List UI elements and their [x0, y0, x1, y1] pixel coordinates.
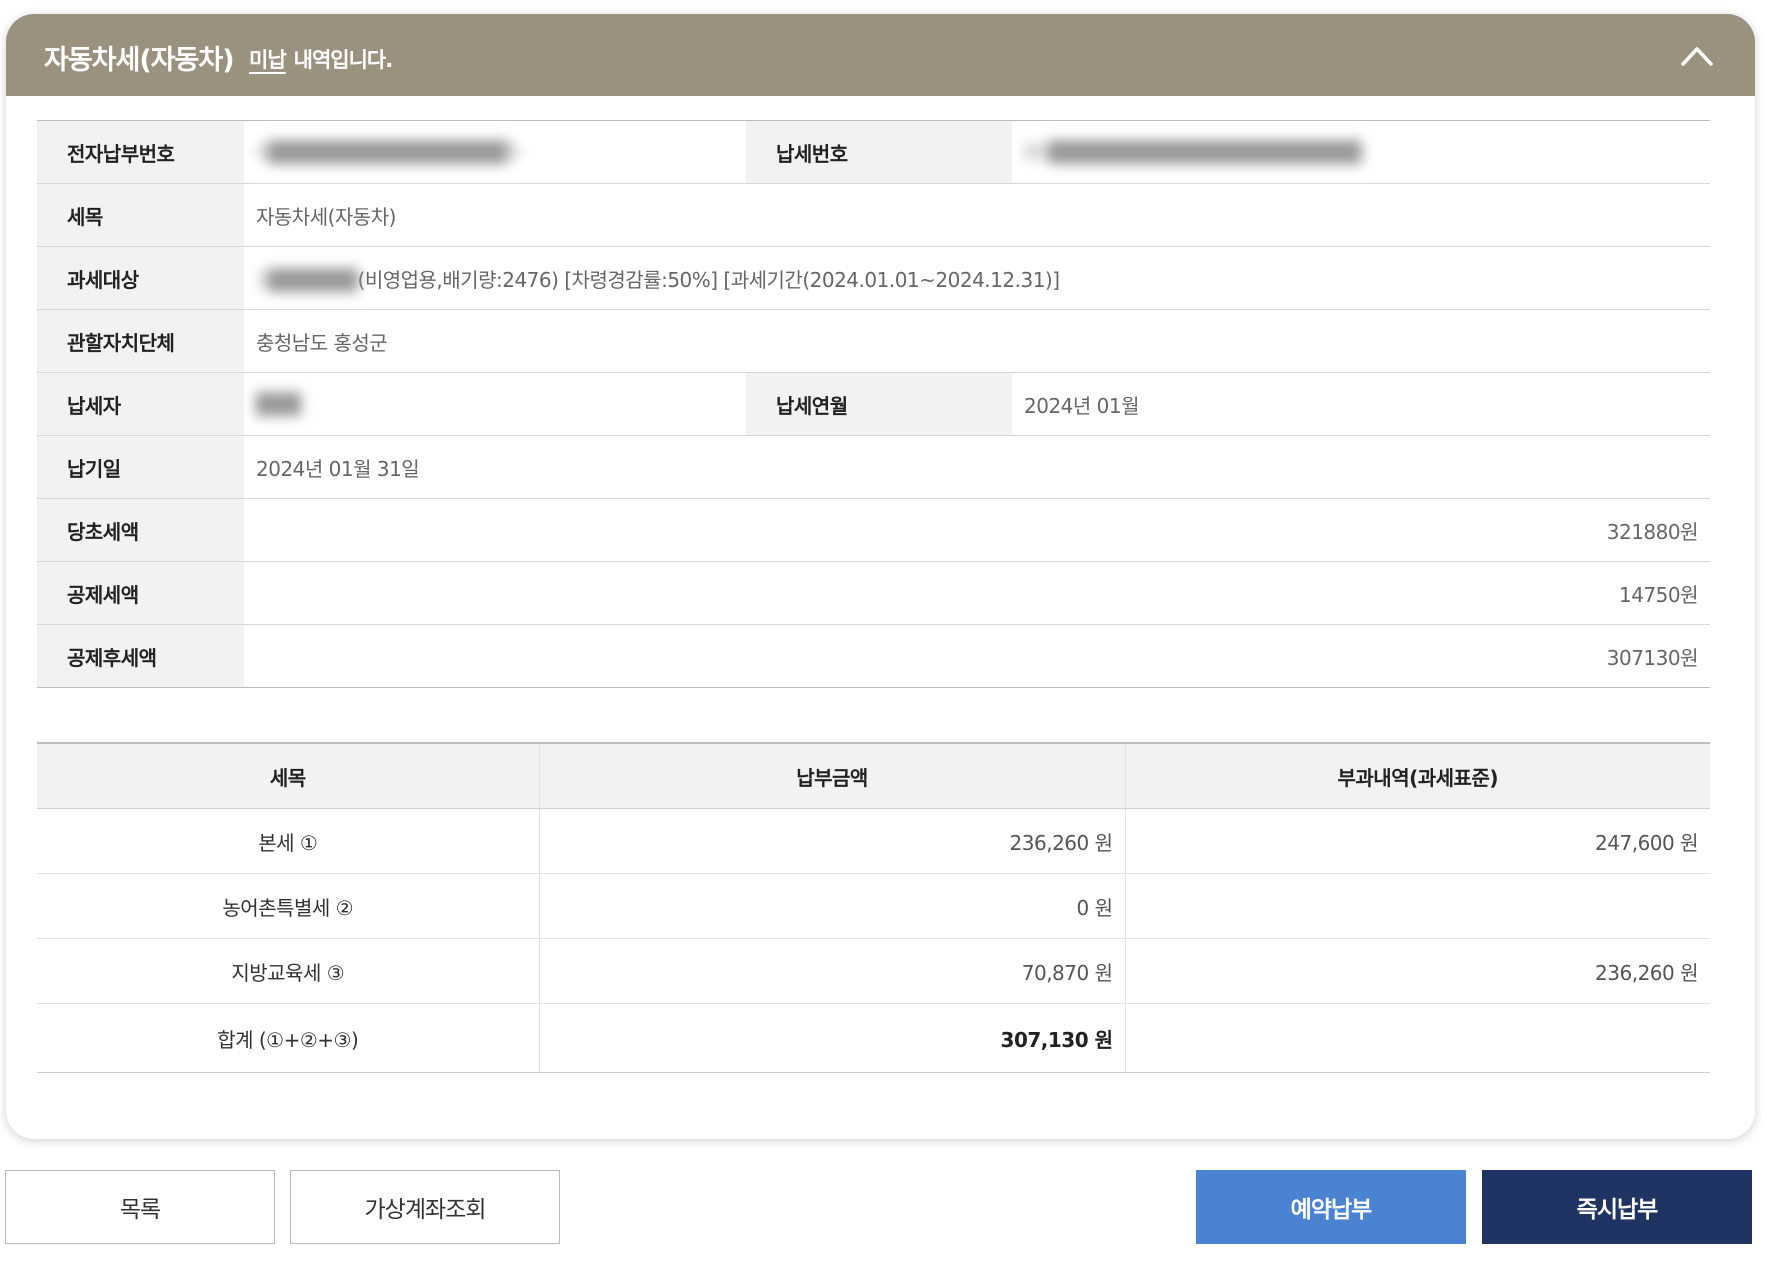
- deduction-label: 공제세액: [37, 561, 244, 625]
- panel-header: 자동차세(자동차) 미납 내역입니다.: [6, 14, 1755, 96]
- info-row: 공제후세액 307130원: [37, 624, 1710, 688]
- row-basis: 236,260 원: [1124, 938, 1710, 1004]
- virtual-account-button[interactable]: 가상계좌조회: [290, 1170, 560, 1244]
- total-name: 합계 (①+②+③): [37, 1003, 539, 1073]
- due-date-label: 납기일: [37, 435, 244, 499]
- row-name: 본세 ①: [37, 808, 539, 874]
- tax-no-value: 80█████████████████████: [1012, 120, 1710, 184]
- table-header-row: 세목 납부금액 부과내역(과세표준): [37, 742, 1710, 809]
- e-payment-no-label: 전자납부번호: [37, 120, 244, 184]
- info-row: 관할자치단체 충청남도 홍성군: [37, 309, 1710, 373]
- info-row: 공제세액 14750원: [37, 561, 1710, 625]
- info-row: 납기일 2024년 01월 31일: [37, 435, 1710, 499]
- subtitle-suffix: 내역입니다.: [293, 48, 394, 72]
- table-row: 본세 ① 236,260 원 247,600 원: [37, 808, 1710, 874]
- tax-info-table: 전자납부번호 4████████████████9 납세번호 80███████…: [37, 120, 1710, 688]
- tax-month-label: 납세연월: [746, 372, 1012, 436]
- status-word: 미납: [249, 48, 287, 72]
- info-row: 과세대상 3██████(비영업용,배기량:2476) [차령경감률:50%] …: [37, 246, 1710, 310]
- total-basis: [1124, 1003, 1710, 1073]
- list-button[interactable]: 목록: [5, 1170, 275, 1244]
- col-header-tax-item: 세목: [37, 742, 539, 809]
- row-name: 지방교육세 ③: [37, 938, 539, 1004]
- tax-detail-panel: 자동차세(자동차) 미납 내역입니다. 전자납부번호 4█████████████…: [6, 14, 1755, 1139]
- tax-no-label: 납세번호: [746, 120, 1012, 184]
- total-amount: 307,130 원: [538, 1003, 1125, 1073]
- tax-month-value: 2024년 01월: [1012, 372, 1710, 436]
- total-row: 합계 (①+②+③) 307,130 원: [37, 1003, 1710, 1073]
- target-value: 3██████(비영업용,배기량:2476) [차령경감률:50%] [과세기간…: [244, 246, 1710, 310]
- taxpayer-label: 납세자: [37, 372, 244, 436]
- row-name: 농어촌특별세 ②: [37, 873, 539, 939]
- info-row: 전자납부번호 4████████████████9 납세번호 80███████…: [37, 120, 1710, 184]
- after-deduction-value: 307130원: [244, 624, 1710, 688]
- info-row: 당초세액 321880원: [37, 498, 1710, 562]
- row-basis: [1124, 873, 1710, 939]
- authority-label: 관할자치단체: [37, 309, 244, 373]
- scheduled-payment-button[interactable]: 예약납부: [1196, 1170, 1466, 1244]
- instant-payment-button[interactable]: 즉시납부: [1482, 1170, 1752, 1244]
- panel-title: 자동차세(자동차): [44, 45, 235, 76]
- info-row: 납세자 ███ 납세연월 2024년 01월: [37, 372, 1710, 436]
- panel-subtitle: 미납 내역입니다.: [249, 44, 394, 74]
- row-amount: 236,260 원: [538, 808, 1125, 874]
- e-payment-no-value: 4████████████████9: [244, 120, 746, 184]
- taxpayer-redacted: ███: [256, 392, 301, 416]
- col-header-basis: 부과내역(과세표준): [1124, 742, 1710, 809]
- tax-breakdown-table: 세목 납부금액 부과내역(과세표준) 본세 ① 236,260 원 247,60…: [37, 742, 1710, 1073]
- authority-value: 충청남도 홍성군: [244, 309, 1710, 373]
- row-amount: 70,870 원: [538, 938, 1125, 1004]
- target-plate-redacted: 3██████: [256, 267, 358, 292]
- original-tax-label: 당초세액: [37, 498, 244, 562]
- tax-item-value: 자동차세(자동차): [244, 183, 1710, 247]
- target-label: 과세대상: [37, 246, 244, 310]
- original-tax-value: 321880원: [244, 498, 1710, 562]
- table-row: 지방교육세 ③ 70,870 원 236,260 원: [37, 938, 1710, 1004]
- due-date-value: 2024년 01월 31일: [244, 435, 1710, 499]
- deduction-value: 14750원: [244, 561, 1710, 625]
- tax-no-redacted: 80█████████████████████: [1024, 140, 1361, 164]
- row-amount: 0 원: [538, 873, 1125, 939]
- info-row: 세목 자동차세(자동차): [37, 183, 1710, 247]
- col-header-amount: 납부금액: [538, 742, 1125, 809]
- row-basis: 247,600 원: [1124, 808, 1710, 874]
- tax-item-label: 세목: [37, 183, 244, 247]
- table-row: 농어촌특별세 ② 0 원: [37, 873, 1710, 939]
- chevron-up-icon[interactable]: [1677, 36, 1717, 76]
- after-deduction-label: 공제후세액: [37, 624, 244, 688]
- e-payment-no-redacted: 4████████████████9: [256, 140, 519, 164]
- target-detail: (비영업용,배기량:2476) [차령경감률:50%] [과세기간(2024.0…: [357, 267, 1061, 292]
- taxpayer-value: ███: [244, 372, 746, 436]
